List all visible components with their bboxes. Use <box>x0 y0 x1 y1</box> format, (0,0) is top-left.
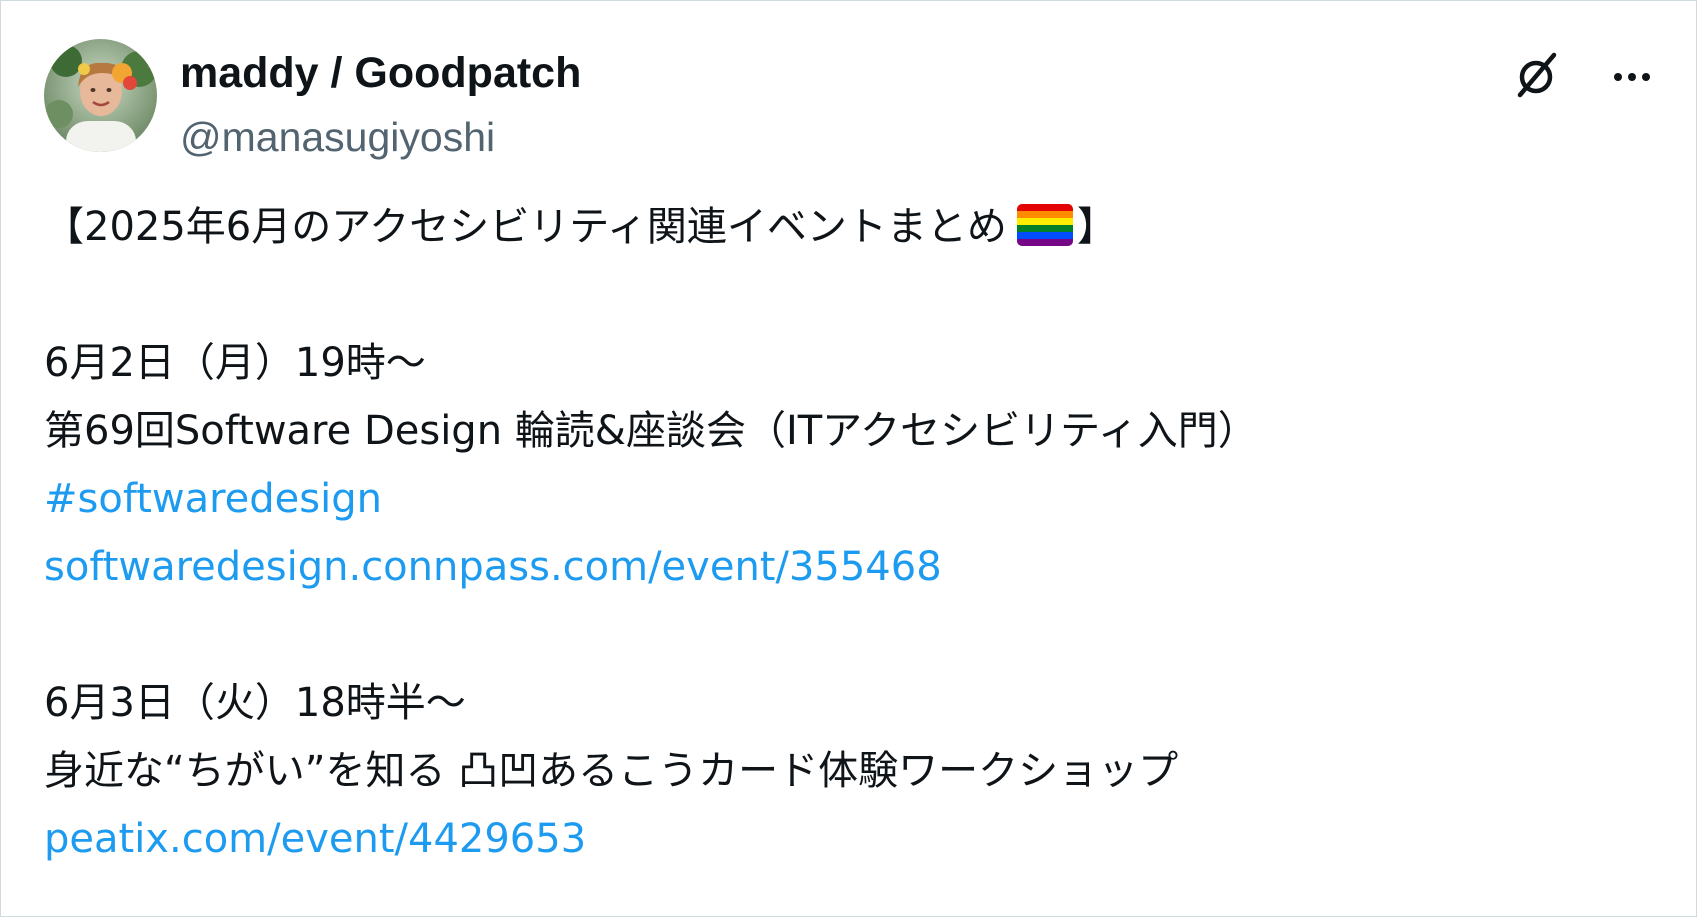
event2-url-link[interactable]: peatix.com/event/4429653 <box>44 816 586 862</box>
author-display-name[interactable]: maddy / Goodpatch <box>180 45 581 101</box>
more-horizontal-icon <box>1614 73 1650 81</box>
rainbow-flag-icon <box>1016 204 1073 246</box>
event1-date: 6月2日（月）19時〜 <box>44 340 426 386</box>
tweet-text: 【2025年6月のアクセシビリティ関連イベントまとめ】 6月2日（月）19時〜 … <box>44 193 1656 873</box>
event1-hashtag-link[interactable]: #softwaredesign <box>44 476 382 522</box>
event1-url-link[interactable]: softwaredesign.connpass.com/event/355468 <box>44 544 942 590</box>
author-handle[interactable]: @manasugiyoshi <box>180 109 581 165</box>
event2-date: 6月3日（火）18時半〜 <box>44 680 466 726</box>
tweet-title-text: 【2025年6月のアクセシビリティ関連イベントまとめ <box>44 204 1007 250</box>
avatar[interactable] <box>44 39 157 152</box>
author-block: maddy / Goodpatch @manasugiyoshi <box>180 45 581 165</box>
more-options-button[interactable] <box>1608 53 1656 93</box>
event1-name: 第69回Software Design 輪読&座談会（ITアクセシビリティ入門） <box>44 408 1258 454</box>
tweet-card: maddy / Goodpatch @manasugiyoshi 【2025年6… <box>0 0 1697 917</box>
tweet-title-close: 】 <box>1076 204 1117 250</box>
x-logo-icon[interactable] <box>1508 47 1564 103</box>
avatar-image <box>44 39 157 152</box>
tweet-header: maddy / Goodpatch @manasugiyoshi <box>44 39 1656 160</box>
event2-name: 身近な“ちがい”を知る 凸凹あるこうカード体験ワークショップ <box>44 748 1179 794</box>
tweet-title: 【2025年6月のアクセシビリティ関連イベントまとめ 】 <box>44 193 1656 261</box>
